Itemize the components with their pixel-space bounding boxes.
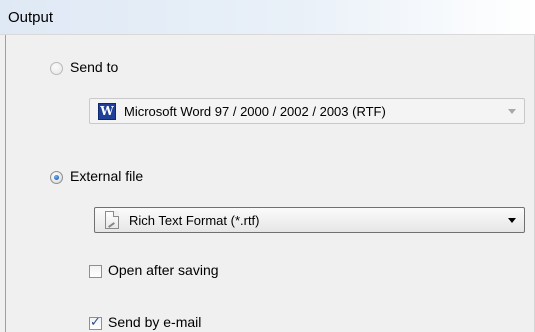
chevron-down-icon: [508, 109, 516, 114]
external-file-radio[interactable]: [50, 171, 63, 184]
panel-left-border: [5, 35, 6, 332]
send-to-radio[interactable]: [50, 62, 63, 75]
send-to-combo[interactable]: W Microsoft Word 97 / 2000 / 2002 / 2003…: [89, 98, 525, 124]
send-to-combo-value: Microsoft Word 97 / 2000 / 2002 / 2003 (…: [124, 104, 386, 119]
send-to-label: Send to: [70, 59, 119, 75]
output-header: Output: [0, 0, 535, 34]
chevron-down-icon: [508, 218, 516, 223]
send-by-email-checkbox[interactable]: [89, 315, 102, 330]
output-panel: Send to W Microsoft Word 97 / 2000 / 200…: [0, 34, 535, 332]
rtf-file-icon: [105, 211, 119, 229]
open-after-saving-checkbox[interactable]: [89, 265, 102, 278]
external-file-label: External file: [70, 168, 144, 184]
page-title: Output: [8, 9, 54, 26]
external-file-combo-value: Rich Text Format (*.rtf): [129, 213, 260, 228]
open-after-saving-label: Open after saving: [108, 262, 219, 278]
send-by-email-label: Send by e-mail: [108, 314, 202, 330]
word-icon: W: [98, 103, 116, 120]
external-file-combo[interactable]: Rich Text Format (*.rtf): [94, 207, 525, 233]
